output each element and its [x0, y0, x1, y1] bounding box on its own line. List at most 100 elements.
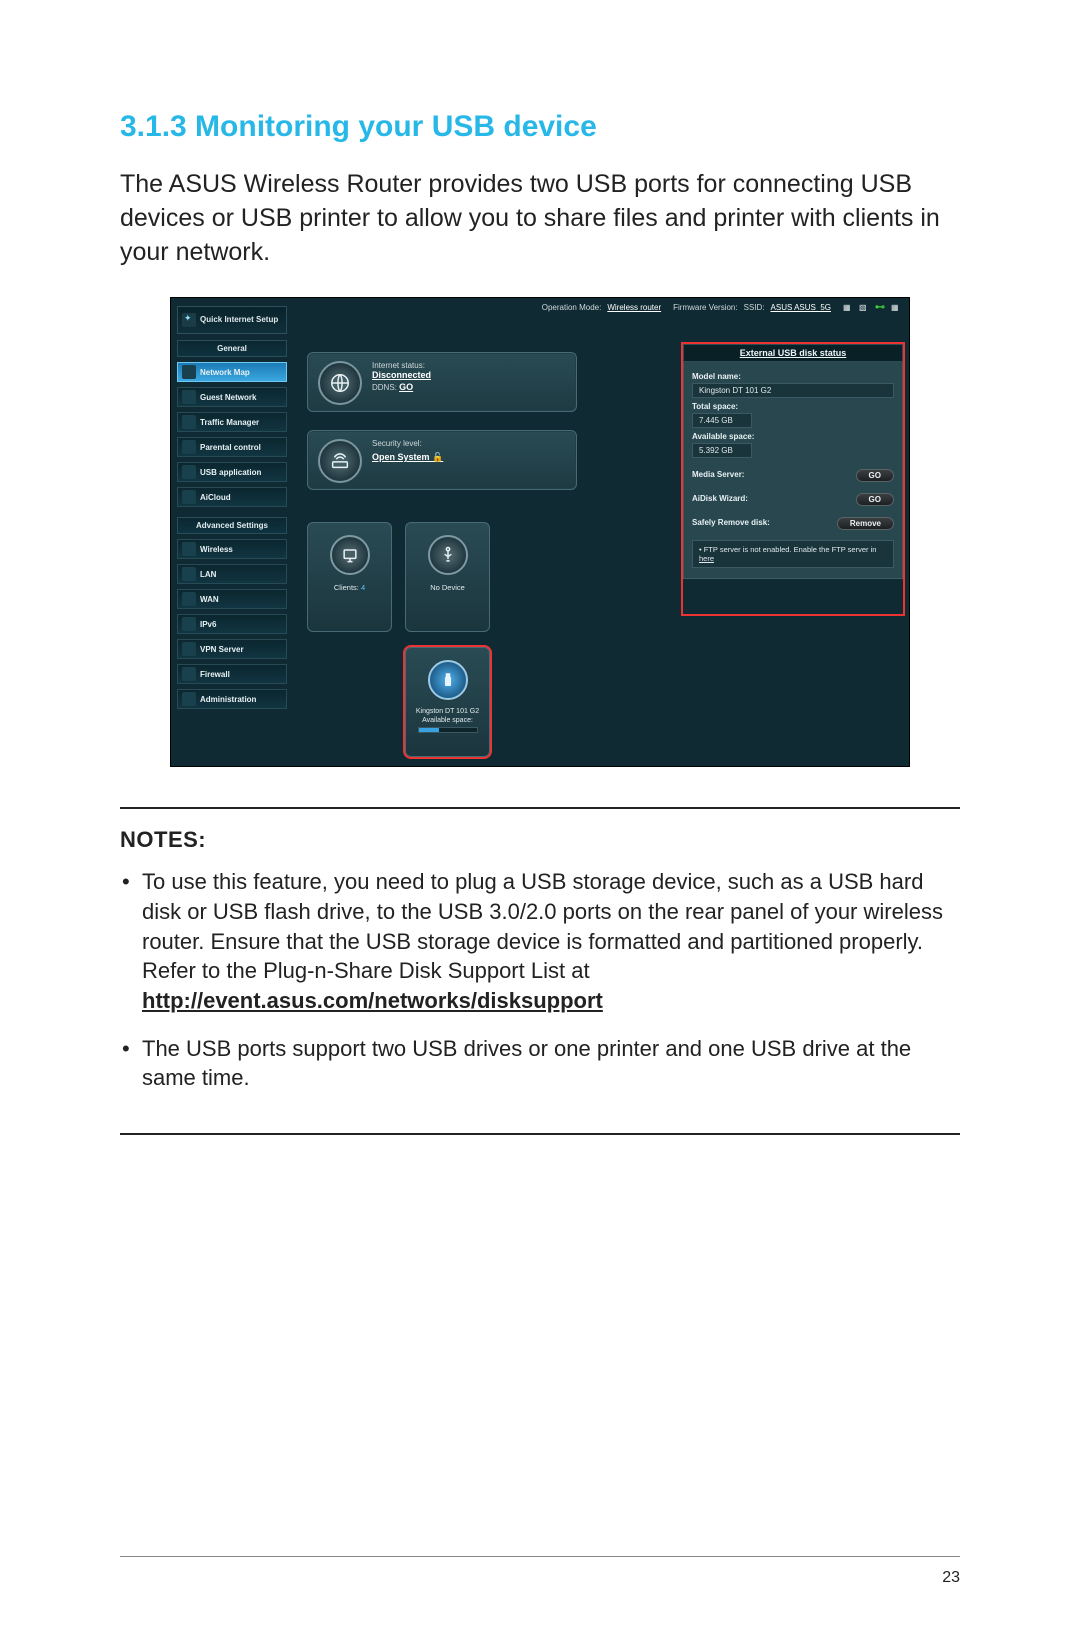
- usb-app-icon: [182, 465, 196, 479]
- sidebar-item-lan[interactable]: LAN: [177, 564, 287, 584]
- wand-icon: [182, 313, 196, 327]
- ddns-link[interactable]: GO: [399, 382, 413, 392]
- usb-connected-icon: ⊷: [875, 302, 885, 313]
- quick-internet-setup[interactable]: Quick Internet Setup: [177, 306, 287, 334]
- sidebar-item-firewall[interactable]: Firewall: [177, 664, 287, 684]
- sidebar-item-label: IPv6: [200, 620, 216, 629]
- sidebar-item-label: LAN: [200, 570, 216, 579]
- ssid-values[interactable]: ASUS ASUS_5G: [771, 303, 831, 312]
- avail-space-value: 5.392 GB: [692, 443, 752, 458]
- usb-avail-label: Available space:: [422, 717, 473, 724]
- usb-outline-icon: [428, 535, 468, 575]
- ipv6-icon: [182, 617, 196, 631]
- model-name-value: Kingston DT 101 G2: [692, 383, 894, 398]
- sidebar-item-label: Network Map: [200, 368, 250, 377]
- wan-icon: [182, 592, 196, 606]
- ddns-label: DDNS:: [372, 383, 397, 392]
- sidebar-heading-general: General: [177, 340, 287, 357]
- globe-icon: [318, 361, 362, 405]
- disk-support-link[interactable]: http://event.asus.com/networks/disksuppo…: [142, 988, 603, 1013]
- lan-icon: [182, 567, 196, 581]
- no-device-card[interactable]: No Device: [405, 522, 490, 632]
- total-space-label: Total space:: [692, 402, 894, 411]
- internet-status-card[interactable]: Internet status: Disconnected DDNS: GO: [307, 352, 577, 412]
- sidebar-item-vpn-server[interactable]: VPN Server: [177, 639, 287, 659]
- sidebar-item-parental-control[interactable]: Parental control: [177, 437, 287, 457]
- unlock-icon: 🔓: [432, 452, 443, 462]
- sidebar-item-wan[interactable]: WAN: [177, 589, 287, 609]
- avail-space-label: Available space:: [692, 432, 894, 441]
- clients-label: Clients:: [334, 583, 359, 592]
- ssid-label: SSID:: [744, 303, 765, 312]
- security-level-label: Security level:: [372, 439, 443, 448]
- external-usb-title: External USB disk status: [683, 344, 903, 362]
- main-area: Internet status: Disconnected DDNS: GO S…: [297, 322, 903, 760]
- no-device-label: No Device: [430, 583, 465, 592]
- model-name-label: Model name:: [692, 372, 894, 381]
- notes-heading: NOTES:: [120, 827, 960, 853]
- notes-item-1: To use this feature, you need to plug a …: [142, 867, 960, 1015]
- sidebar-item-label: WAN: [200, 595, 219, 604]
- wifi-icon: [182, 542, 196, 556]
- media-server-go-button[interactable]: GO: [856, 469, 894, 482]
- ftp-note: • FTP server is not enabled. Enable the …: [692, 540, 894, 568]
- internet-status-label: Internet status:: [372, 361, 431, 370]
- sidebar-item-traffic-manager[interactable]: Traffic Manager: [177, 412, 287, 432]
- sidebar-item-aicloud[interactable]: AiCloud: [177, 487, 287, 507]
- admin-icon: [182, 692, 196, 706]
- security-level-card[interactable]: Security level: Open System 🔓: [307, 430, 577, 490]
- tray-icon: ▧: [859, 303, 869, 313]
- sidebar-item-administration[interactable]: Administration: [177, 689, 287, 709]
- sidebar-item-usb-application[interactable]: USB application: [177, 462, 287, 482]
- traffic-manager-icon: [182, 415, 196, 429]
- tray-icon: ▦: [843, 303, 853, 313]
- sidebar-item-guest-network[interactable]: Guest Network: [177, 387, 287, 407]
- sidebar-item-network-map[interactable]: Network Map: [177, 362, 287, 382]
- lock-icon: [182, 440, 196, 454]
- sidebar-item-label: Wireless: [200, 545, 233, 554]
- external-usb-panel: External USB disk status Model name: King…: [683, 344, 903, 614]
- usb-drive-icon: [428, 660, 468, 700]
- section-intro: The ASUS Wireless Router provides two US…: [120, 168, 960, 269]
- sidebar-item-ipv6[interactable]: IPv6: [177, 614, 287, 634]
- tray-icon: ▦: [891, 303, 901, 313]
- section-heading: 3.1.3 Monitoring your USB device: [120, 110, 960, 144]
- op-mode-label: Operation Mode:: [542, 303, 602, 312]
- aidisk-go-button[interactable]: GO: [856, 493, 894, 506]
- remove-disk-label: Safely Remove disk:: [692, 518, 770, 527]
- router-screenshot: Operation Mode: Wireless router Firmware…: [170, 297, 910, 767]
- cloud-icon: [182, 490, 196, 504]
- usb-name: Kingston DT 101 G2: [416, 708, 479, 715]
- page-number: 23: [942, 1569, 960, 1587]
- sidebar-item-label: USB application: [200, 468, 261, 477]
- sidebar-item-label: Administration: [200, 695, 256, 704]
- monitor-icon: [330, 535, 370, 575]
- total-space-value: 7.445 GB: [692, 413, 752, 428]
- shield-icon: [182, 667, 196, 681]
- footer-rule: [120, 1556, 960, 1557]
- sidebar-item-label: Traffic Manager: [200, 418, 259, 427]
- sidebar-item-label: Firewall: [200, 670, 230, 679]
- fw-label: Firmware Version:: [673, 303, 737, 312]
- guest-network-icon: [182, 390, 196, 404]
- clients-card[interactable]: Clients: 4: [307, 522, 392, 632]
- vpn-icon: [182, 642, 196, 656]
- sidebar-item-label: Parental control: [200, 443, 261, 452]
- usb-space-bar: [418, 727, 478, 733]
- notes-section: NOTES: To use this feature, you need to …: [120, 807, 960, 1135]
- aidisk-label: AiDisk Wizard:: [692, 494, 748, 503]
- sidebar: General Network Map Guest Network Traffi…: [177, 340, 287, 709]
- router-icon: [318, 439, 362, 483]
- op-mode-value[interactable]: Wireless router: [607, 303, 661, 312]
- qis-label: Quick Internet Setup: [200, 316, 278, 324]
- usb-device-card[interactable]: Kingston DT 101 G2 Available space:: [405, 647, 490, 757]
- sidebar-item-wireless[interactable]: Wireless: [177, 539, 287, 559]
- internet-status-value: Disconnected: [372, 370, 431, 380]
- router-topbar: Operation Mode: Wireless router Firmware…: [542, 302, 901, 313]
- sidebar-item-label: AiCloud: [200, 493, 231, 502]
- remove-disk-button[interactable]: Remove: [837, 517, 894, 530]
- security-level-value: Open System 🔓: [372, 452, 443, 463]
- sidebar-heading-advanced: Advanced Settings: [177, 517, 287, 534]
- network-map-icon: [182, 365, 196, 379]
- ftp-here-link[interactable]: here: [699, 554, 714, 563]
